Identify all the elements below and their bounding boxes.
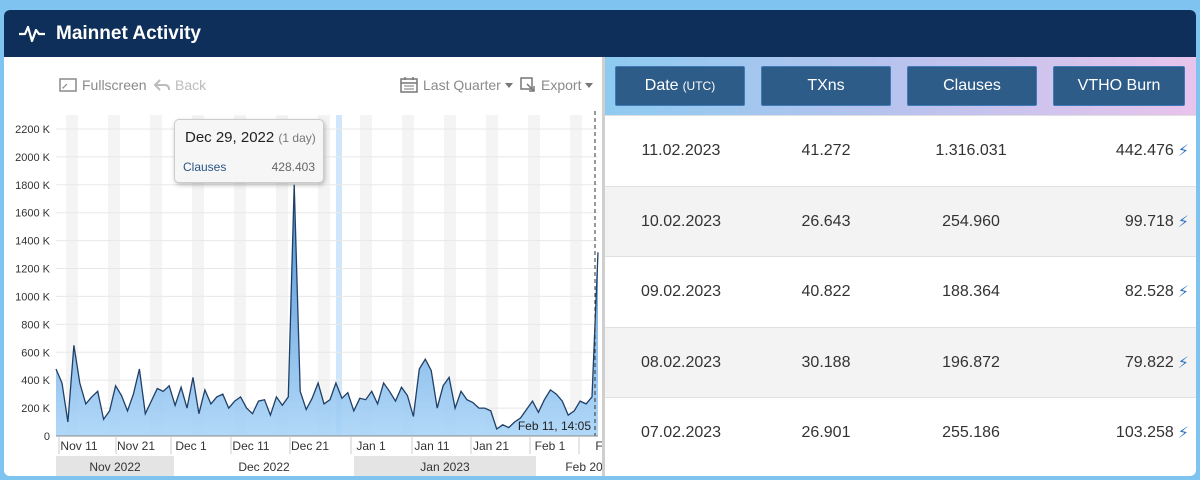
cell-date: 07.02.2023 <box>640 424 722 441</box>
column-header-date[interactable]: Date (UTC) <box>615 66 745 106</box>
vtho-value: 103.258 <box>1115 424 1174 441</box>
panel-header: Mainnet Activity <box>4 10 1196 57</box>
y-tick-label: 1800 K <box>15 180 51 192</box>
x-tick-label: Jan 11 <box>414 439 449 453</box>
fullscreen-icon <box>59 78 77 92</box>
back-button[interactable]: Back <box>154 77 206 93</box>
weekend-band <box>150 115 162 436</box>
cell-txns: 26.643 <box>801 212 851 230</box>
weekend-band <box>360 115 372 436</box>
y-tick-label: 600 K <box>21 347 50 359</box>
chevron-down-icon <box>504 82 513 88</box>
y-tick-label: 0 <box>44 431 50 443</box>
y-tick-label: 2000 K <box>15 152 51 164</box>
tooltip-span: (1 day) <box>278 131 316 145</box>
weekend-band <box>402 115 414 436</box>
column-header-vtho-burn[interactable]: VTHO Burn <box>1053 66 1185 106</box>
cell-vtho-burn: 79.822 ⚡︎ <box>1045 328 1189 398</box>
x-tick-label: Dec 1 <box>175 439 207 453</box>
cell-vtho-burn: 99.718 ⚡︎ <box>1045 187 1189 257</box>
table-row[interactable]: 11.02.2023 41.272 1.316.031 442.476 ⚡︎ <box>605 115 1196 185</box>
weekend-band <box>486 115 498 436</box>
back-label: Back <box>175 77 207 93</box>
export-label: Export <box>541 77 582 93</box>
cell-vtho-burn: 442.476 ⚡︎ <box>1045 116 1189 186</box>
cell-clauses: 188.364 <box>942 283 1000 300</box>
cell-txns: 30.188 <box>801 353 851 371</box>
x-tick-label: Dec 21 <box>291 439 329 453</box>
cell-txns: 40.822 <box>801 283 851 300</box>
activity-table: Date (UTC) TXns Clauses VTHO Burn 11.02.2… <box>602 57 1196 476</box>
period-dropdown[interactable]: Last Quarter <box>400 77 513 93</box>
x-tick-label: Nov 11 <box>60 439 97 453</box>
chart-tooltip: Dec 29, 2022 (1 day) Clauses 428.403 <box>174 119 324 183</box>
lightning-icon: ⚡︎ <box>1177 284 1189 301</box>
vtho-value: 82.528 <box>1124 283 1174 300</box>
month-label: Jan 2023 <box>420 460 470 474</box>
x-tick-label: Dec 11 <box>232 439 269 453</box>
activity-panel: Mainnet Activity 0 200 K 400 K 600 K 800 K 10… <box>4 10 1196 476</box>
vtho-value: 79.822 <box>1124 353 1174 371</box>
fullscreen-label: Fullscreen <box>82 77 147 93</box>
weekend-band <box>570 115 582 436</box>
column-header-txns[interactable]: TXns <box>761 66 891 106</box>
y-tick-label: 1400 K <box>15 236 51 248</box>
crosshair-label: Feb 11, 14:05 <box>518 419 591 433</box>
x-tick-label: Feb 1 <box>535 439 566 453</box>
y-tick-label: 1000 K <box>15 291 51 303</box>
x-tick-label: Jan 1 <box>356 439 386 453</box>
table-header: Date (UTC) TXns Clauses VTHO Burn <box>605 57 1196 115</box>
cell-vtho-burn: 82.528 ⚡︎ <box>1045 257 1189 327</box>
cell-date: 09.02.2023 <box>640 283 722 300</box>
tooltip-date: Dec 29, 2022 (1 day) <box>185 129 316 146</box>
tooltip-series: Clauses <box>183 160 227 174</box>
lightning-icon: ⚡︎ <box>1177 354 1189 372</box>
table-row[interactable]: 09.02.2023 40.822 188.364 82.528 ⚡︎ <box>605 256 1196 326</box>
cell-date: 11.02.2023 <box>641 142 721 159</box>
cell-txns: 26.901 <box>801 424 851 441</box>
tooltip-value: 428.403 <box>271 160 315 174</box>
table-row[interactable]: 07.02.2023 26.901 255.186 103.258 ⚡︎ <box>605 397 1196 467</box>
lightning-icon: ⚡︎ <box>1177 143 1189 160</box>
pulse-icon <box>19 25 45 42</box>
y-tick-label: 1600 K <box>15 208 51 220</box>
table-row[interactable]: 10.02.2023 26.643 254.960 99.718 ⚡︎ <box>605 185 1196 257</box>
y-tick-label: 200 K <box>21 403 50 415</box>
y-tick-label: 2200 K <box>15 124 51 136</box>
period-label: Last Quarter <box>423 77 501 93</box>
chevron-down-icon <box>585 82 594 88</box>
cell-clauses: 255.186 <box>942 424 1000 441</box>
month-label: Feb 20 <box>565 460 602 474</box>
x-tick-label: Jan 21 <box>473 439 509 453</box>
y-tick-label: 400 K <box>21 375 50 387</box>
y-tick-label: 800 K <box>21 319 50 331</box>
vtho-value: 442.476 <box>1115 142 1174 159</box>
cell-clauses: 1.316.031 <box>935 142 1007 159</box>
export-icon <box>520 77 535 92</box>
cell-date: 10.02.2023 <box>640 212 722 230</box>
month-label: Nov 2022 <box>89 460 141 474</box>
calendar-icon <box>400 77 418 93</box>
y-tick-label: 1200 K <box>15 264 51 276</box>
weekend-band <box>108 115 120 436</box>
vtho-value: 99.718 <box>1124 212 1174 230</box>
back-arrow-icon <box>154 79 170 91</box>
lightning-icon: ⚡︎ <box>1177 213 1189 231</box>
cell-clauses: 196.872 <box>942 353 1000 371</box>
x-tick-label: F <box>595 439 602 453</box>
lightning-icon: ⚡︎ <box>1177 425 1189 442</box>
chart-panel: 0 200 K 400 K 600 K 800 K 1000 K 1200 K 1400 K 1… <box>4 57 602 476</box>
cell-clauses: 254.960 <box>942 212 1000 230</box>
fullscreen-button[interactable]: Fullscreen <box>59 77 147 93</box>
weekend-band <box>528 115 540 436</box>
month-label: Dec 2022 <box>238 460 290 474</box>
table-row[interactable]: 08.02.2023 30.188 196.872 79.822 ⚡︎ <box>605 326 1196 398</box>
export-dropdown[interactable]: Export <box>520 77 594 93</box>
x-tick-label: Nov 21 <box>117 439 155 453</box>
cell-vtho-burn: 103.258 ⚡︎ <box>1045 398 1189 468</box>
cell-date: 08.02.2023 <box>640 353 722 371</box>
cell-txns: 41.272 <box>801 142 851 159</box>
column-header-clauses[interactable]: Clauses <box>907 66 1037 106</box>
page-title: Mainnet Activity <box>56 22 201 44</box>
